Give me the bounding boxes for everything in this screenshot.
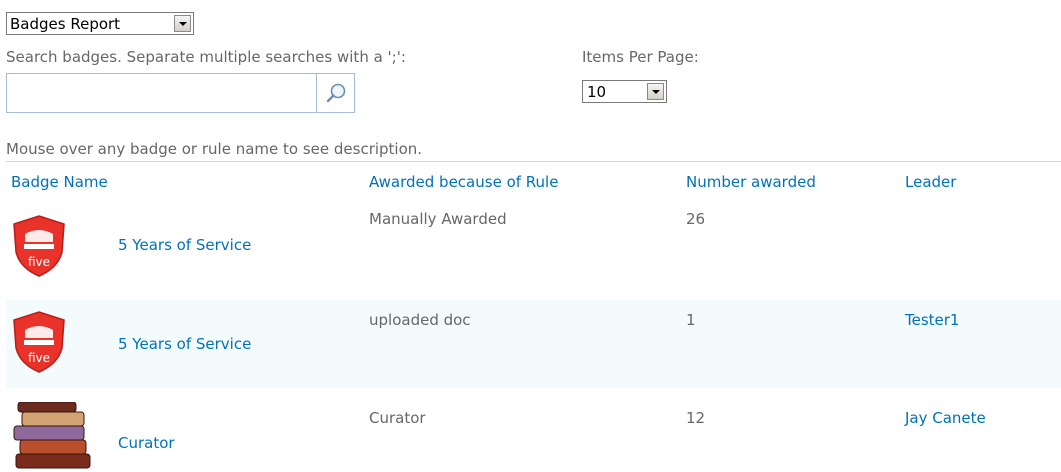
items-per-page-select[interactable]: 10	[582, 80, 667, 103]
col-header-rule[interactable]: Awarded because of Rule	[369, 173, 558, 191]
badge-name-link[interactable]: Curator	[118, 434, 175, 452]
table-row: five 5 Years of Service Manually Awarded…	[6, 198, 1061, 300]
search-label: Search badges. Separate multiple searche…	[6, 48, 406, 66]
number-cell: 1	[686, 311, 696, 329]
items-per-page-value: 10	[587, 82, 607, 101]
report-select[interactable]: Badges Report	[6, 12, 194, 35]
col-header-number[interactable]: Number awarded	[686, 173, 816, 191]
search-button[interactable]	[316, 74, 354, 112]
badge-name-link[interactable]: 5 Years of Service	[118, 236, 251, 254]
rule-cell: Curator	[369, 409, 426, 427]
chevron-down-icon[interactable]	[647, 83, 664, 100]
number-cell: 12	[686, 409, 706, 427]
report-select-value: Badges Report	[10, 14, 121, 33]
books-stack-icon[interactable]	[10, 402, 96, 472]
chevron-down-icon[interactable]	[174, 15, 191, 32]
badge-name-link[interactable]: 5 Years of Service	[118, 335, 251, 353]
table-row: Curator Curator 12 Jay Canete	[6, 388, 1061, 472]
leader-link[interactable]: Jay Canete	[905, 409, 986, 427]
rule-cell: uploaded doc	[369, 311, 471, 329]
svg-text:five: five	[28, 255, 50, 269]
hint-text: Mouse over any badge or rule name to see…	[6, 140, 423, 158]
col-header-leader[interactable]: Leader	[905, 173, 956, 191]
rule-cell: Manually Awarded	[369, 210, 507, 228]
number-cell: 26	[686, 210, 706, 228]
svg-text:five: five	[28, 351, 50, 365]
five-years-badge-icon[interactable]: five	[10, 310, 68, 374]
five-years-badge-icon[interactable]: five	[10, 214, 68, 278]
table-row: five 5 Years of Service uploaded doc 1 T…	[6, 300, 1061, 388]
col-header-badge-name[interactable]: Badge Name	[11, 173, 108, 191]
search-box	[6, 73, 355, 113]
leader-link[interactable]: Tester1	[905, 311, 959, 329]
search-icon	[326, 83, 345, 103]
search-input[interactable]	[7, 74, 316, 112]
items-per-page-label: Items Per Page:	[582, 48, 699, 66]
header-divider	[6, 161, 1061, 162]
